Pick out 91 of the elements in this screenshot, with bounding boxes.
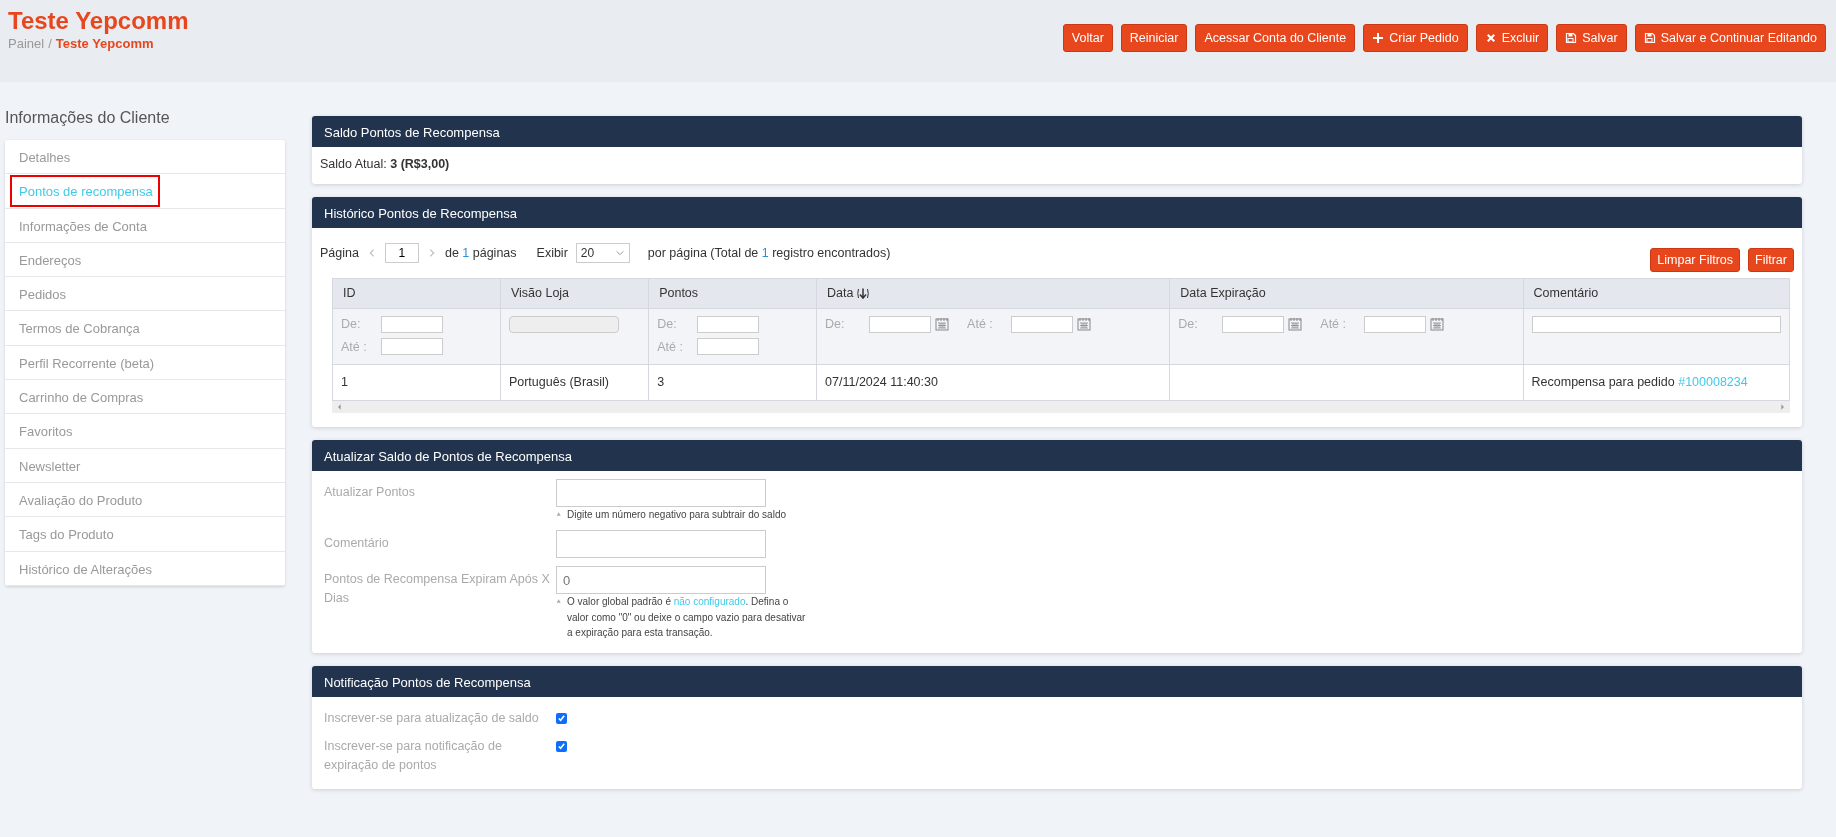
sidebar-item[interactable]: Favoritos — [5, 414, 285, 448]
sidebar-item[interactable]: Termos de Cobrança — [5, 311, 285, 345]
scroll-left-icon — [336, 402, 344, 411]
breadcrumb-separator: / — [48, 36, 52, 52]
toolbar-button[interactable]: Acessar Conta do Cliente — [1195, 24, 1356, 52]
filter-label: De: — [825, 315, 846, 333]
page-title: Teste Yepcomm — [8, 8, 189, 35]
sidebar-item[interactable]: Tags do Produto — [5, 517, 285, 551]
filter-label: De: — [1178, 315, 1199, 333]
date-field[interactable] — [1222, 315, 1285, 333]
sidebar-item[interactable]: Pedidos — [5, 277, 285, 311]
field-label: Atualizar Pontos — [324, 483, 417, 501]
balance-text: Saldo Atual: 3 (R$3,00) — [320, 156, 450, 173]
sidebar-item[interactable]: Newsletter — [5, 448, 285, 482]
checkbox-label: Inscrever-se para notificação de expiração de pontos — [324, 738, 503, 774]
filter-label: Até : — [657, 338, 684, 356]
filter-field[interactable] — [1531, 315, 1781, 333]
table-cell: Recompensa para pedido #100008234 — [1531, 374, 1748, 389]
checkbox-label: Inscrever-se para atualização de saldo — [324, 709, 540, 727]
help-text: O valor global padrão é não configurado. Defina o valor como "0" ou deixe o campo vazio para desativar a expiração para esta transação. — [567, 595, 806, 640]
checkbox[interactable] — [556, 741, 567, 753]
sort-descending-icon — [857, 286, 870, 300]
date-field[interactable] — [1364, 315, 1427, 333]
panel-header: Notificação Pontos de Recompensa — [312, 665, 1802, 697]
filter-label: Até : — [1320, 315, 1348, 333]
column-header: ID — [343, 285, 356, 302]
scroll-right-icon — [1778, 402, 1786, 411]
per-page-select[interactable]: 20 — [575, 242, 630, 263]
sidebar-item[interactable]: Pontos de recompensa — [9, 174, 161, 208]
pager-label: Página — [320, 244, 359, 262]
breadcrumb-link[interactable]: Painel — [8, 36, 45, 52]
triangle-icon — [556, 510, 564, 519]
filter-button[interactable]: Limpar Filtros — [1650, 247, 1741, 272]
panel-header: Saldo Pontos de Recompensa — [312, 116, 1802, 147]
column-header: Pontos — [659, 285, 699, 302]
sidebar-title: Informações do Cliente — [5, 108, 171, 128]
date-field[interactable] — [869, 315, 932, 333]
toolbar-button[interactable]: Voltar — [1062, 24, 1113, 52]
panel-header: Histórico Pontos de Recompensa — [312, 196, 1802, 228]
plus-icon — [1372, 32, 1385, 44]
column-header: Comentário — [1533, 285, 1599, 302]
table-cell: Português (Brasil) — [508, 374, 609, 389]
sidebar-item[interactable]: Informações de Conta — [5, 208, 285, 242]
column-header[interactable]: Data — [827, 284, 870, 303]
sidebar-item[interactable]: Detalhes — [5, 140, 285, 174]
sidebar-item[interactable]: Carrinho de Compras — [5, 380, 285, 414]
show-label: Exibir — [536, 244, 568, 262]
help-text: Digite um número negativo para subtrair do saldo — [567, 507, 786, 522]
page-count: de 1 páginas — [444, 244, 517, 262]
filter-label: De: — [341, 315, 362, 333]
filter-label: Até : — [967, 315, 994, 333]
calendar-icon — [1288, 317, 1303, 332]
filter-field[interactable] — [697, 338, 760, 356]
toolbar-button[interactable]: Salvar e Continuar Editando — [1634, 24, 1826, 52]
triangle-icon — [556, 598, 564, 606]
panel-header: Atualizar Saldo de Pontos de Recompensa — [312, 439, 1802, 471]
close-icon — [1484, 32, 1497, 44]
input-field[interactable]: 0 — [556, 566, 766, 594]
calendar-icon — [1077, 317, 1092, 332]
field-label: Comentário — [324, 535, 390, 552]
table-cell: 07/11/2024 11:40:30 — [825, 374, 938, 389]
filter-button[interactable]: Filtrar — [1748, 247, 1794, 272]
breadcrumb-current: Teste Yepcomm — [55, 36, 154, 52]
date-field[interactable] — [1011, 315, 1074, 333]
column-header: Data Expiração — [1180, 285, 1266, 302]
filter-field[interactable] — [381, 338, 443, 356]
order-link[interactable]: #100008234 — [1678, 374, 1748, 389]
toolbar-button[interactable]: Excluir — [1475, 24, 1549, 52]
toolbar-button[interactable]: Salvar — [1556, 24, 1627, 52]
sidebar-item[interactable]: Avaliação do Produto — [5, 482, 285, 517]
filter-label: Até : — [341, 338, 368, 356]
sidebar-item[interactable]: Perfil Recorrente (beta) — [5, 345, 285, 380]
column-header: Visão Loja — [510, 285, 570, 302]
field-label: Pontos de Recompensa Expiram Após X Dias — [324, 571, 551, 607]
toolbar-button[interactable]: Criar Pedido — [1363, 24, 1468, 52]
filter-field[interactable] — [381, 315, 443, 333]
filter-select[interactable] — [508, 315, 619, 333]
input-field[interactable] — [556, 478, 766, 507]
checkbox[interactable] — [556, 712, 567, 724]
filter-field[interactable] — [697, 315, 760, 333]
toolbar-button[interactable]: Reiniciar — [1120, 24, 1188, 52]
results-summary: por página (Total de 1 registro encontrados) — [647, 244, 891, 262]
filter-label: De: — [657, 315, 678, 333]
sidebar-item[interactable]: Histórico de Alterações — [5, 551, 285, 585]
page-field[interactable]: 1 — [384, 242, 419, 263]
calendar-icon — [935, 317, 950, 332]
input-field[interactable] — [556, 530, 766, 558]
calendar-icon — [1430, 317, 1445, 332]
table-cell: 3 — [657, 374, 665, 389]
table-cell: 1 — [341, 374, 348, 389]
sidebar-item[interactable]: Endereços — [5, 242, 285, 277]
